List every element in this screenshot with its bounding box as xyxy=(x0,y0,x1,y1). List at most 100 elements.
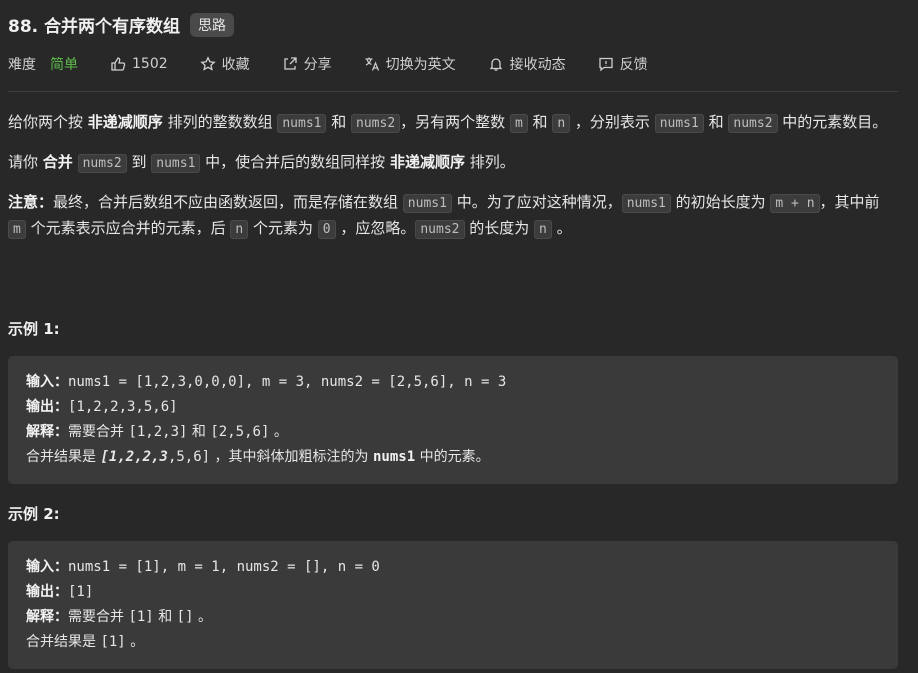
separator: , xyxy=(117,449,126,465)
header-divider xyxy=(8,91,898,92)
example-2-title: 示例 2: xyxy=(8,505,60,523)
text: 排列。 xyxy=(464,153,515,171)
text: 最终，合并后数组不应由函数返回，而是存储在数组 xyxy=(53,193,403,211)
inline-code: m + n xyxy=(770,194,820,213)
hint-tag[interactable]: 思路 xyxy=(190,12,235,37)
text: 和 xyxy=(187,424,211,440)
text: ，其中斜体加粗标注的为 xyxy=(210,449,373,465)
star-icon xyxy=(199,56,216,71)
switch-language-label: 切换为英文 xyxy=(385,57,456,73)
difficulty-value: 简单 xyxy=(50,57,78,73)
collect-label: 收藏 xyxy=(221,57,250,73)
like-count: 1502 xyxy=(132,56,168,72)
input-value: nums1 = [1], m = 1, nums2 = [], n = 0 xyxy=(68,559,380,575)
example-1-result: 合并结果是 [1,2,2,3,5,6] ，其中斜体加粗标注的为 nums1 中的… xyxy=(26,445,880,470)
explain-label: 解释： xyxy=(26,424,68,440)
text: 个元素为 xyxy=(248,219,318,237)
output-label: 输出： xyxy=(26,584,68,600)
highlighted-element: 3 xyxy=(159,449,168,465)
explain-label: 解释： xyxy=(26,609,68,625)
text: 和 xyxy=(153,609,177,625)
text: 。 xyxy=(269,424,288,440)
example-2-explain: 解释：需要合并 [1] 和 [] 。 xyxy=(26,605,880,630)
inline-code: n xyxy=(230,220,249,239)
text: 和 xyxy=(326,113,352,131)
inline-code: nums1 xyxy=(621,194,671,213)
collect-button[interactable]: 收藏 xyxy=(199,54,250,74)
text: 。 xyxy=(551,219,572,237)
feedback-button[interactable]: 反馈 xyxy=(598,54,648,74)
difficulty-label: 难度 xyxy=(8,57,36,73)
like-button[interactable]: 1502 xyxy=(110,56,168,72)
bold-code: nums1 xyxy=(373,449,416,465)
array: [2,5,6] xyxy=(210,424,270,440)
highlighted-element: 2 xyxy=(125,449,135,465)
text: 。 xyxy=(193,609,212,625)
text: 中的元素。 xyxy=(415,449,490,465)
toolbar: 难度 简单 1502 收藏 分享 切换为英文 接收动态 反馈 xyxy=(8,54,680,74)
difficulty: 难度 简单 xyxy=(8,54,78,74)
text: 的长度为 xyxy=(464,219,535,237)
feedback-label: 反馈 xyxy=(619,57,648,73)
share-label: 分享 xyxy=(303,57,332,73)
output-value: [1] xyxy=(68,584,94,600)
text: 需要合并 xyxy=(68,424,129,440)
array: [1] xyxy=(128,609,154,625)
text: 和 xyxy=(703,113,729,131)
emphasis: 合并 xyxy=(42,153,73,171)
array-segment: ,5,6] xyxy=(167,449,211,465)
example-2-output: 输出：[1] xyxy=(26,580,880,605)
example-1-box: 输入：nums1 = [1,2,3,0,0,0], m = 3, nums2 =… xyxy=(8,356,898,484)
array: [1,2,3] xyxy=(128,424,188,440)
example-2-input: 输入：nums1 = [1], m = 1, nums2 = [], n = 0 xyxy=(26,555,880,580)
text xyxy=(73,153,78,171)
inline-code: m xyxy=(509,114,528,133)
text: 合并结果是 xyxy=(26,449,101,465)
inline-code: nums2 xyxy=(351,114,401,133)
text: 需要合并 xyxy=(68,609,129,625)
title-row: 88. 合并两个有序数组 思路 xyxy=(8,12,235,37)
switch-language-button[interactable]: 切换为英文 xyxy=(364,54,456,74)
example-2-box: 输入：nums1 = [1], m = 1, nums2 = [], n = 0… xyxy=(8,541,898,669)
text: 中。为了应对这种情况， xyxy=(451,193,622,211)
thumbs-up-icon xyxy=(111,57,126,71)
example-1-input: 输入：nums1 = [1,2,3,0,0,0], m = 3, nums2 =… xyxy=(26,370,880,395)
bell-icon xyxy=(489,58,502,71)
share-icon xyxy=(283,57,297,70)
example-1-output: 输出：[1,2,2,3,5,6] xyxy=(26,395,880,420)
text: 。 xyxy=(125,634,145,650)
inline-code: n xyxy=(552,114,571,133)
text: ，应忽略。 xyxy=(335,219,416,237)
input-value: nums1 = [1,2,3,0,0,0], m = 3, nums2 = [2… xyxy=(68,374,507,390)
text: 给你两个按 xyxy=(8,113,88,131)
inline-code: nums1 xyxy=(277,114,327,133)
result-array: [1,2,2,3,5,6] xyxy=(100,449,210,465)
text: ，其中前 xyxy=(819,193,880,211)
inline-code: m xyxy=(8,220,26,239)
emphasis: 非递减顺序 xyxy=(87,113,163,131)
inline-code: 0 xyxy=(317,220,336,239)
array-segment: ,2, xyxy=(134,449,160,465)
inline-code: nums2 xyxy=(728,114,778,133)
inline-code: nums1 xyxy=(151,154,201,173)
inline-code: nums2 xyxy=(415,220,465,239)
output-label: 输出： xyxy=(26,399,68,415)
text: 个元素表示应合并的元素，后 xyxy=(25,219,231,237)
input-label: 输入： xyxy=(26,559,68,575)
description-note: 注意：最终，合并后数组不应由函数返回，而是存储在数组 nums1 中。为了应对这… xyxy=(8,190,898,242)
result-array: [1] xyxy=(100,634,126,650)
text: 的初始长度为 xyxy=(670,193,771,211)
inline-code: nums1 xyxy=(402,194,452,213)
emphasis: 非递减顺序 xyxy=(389,153,465,171)
text: 中，使合并后的数组同样按 xyxy=(200,153,390,171)
text: 中的元素数目。 xyxy=(777,113,888,131)
share-button[interactable]: 分享 xyxy=(282,54,332,74)
text: ，分别表示 xyxy=(570,113,655,131)
description-paragraph-1: 给你两个按 非递减顺序 排列的整数数组 nums1 和 nums2 ，另有两个整数… xyxy=(8,110,898,136)
problem-description: 给你两个按 非递减顺序 排列的整数数组 nums1 和 nums2 ，另有两个整数… xyxy=(8,110,898,256)
subscribe-button[interactable]: 接收动态 xyxy=(488,54,566,74)
inline-code: nums2 xyxy=(77,154,127,173)
inline-code: nums1 xyxy=(654,114,704,133)
text: 合并结果是 xyxy=(26,634,101,650)
problem-page: 88. 合并两个有序数组 思路 难度 简单 1502 收藏 分享 切换为英文 接… xyxy=(0,0,918,673)
